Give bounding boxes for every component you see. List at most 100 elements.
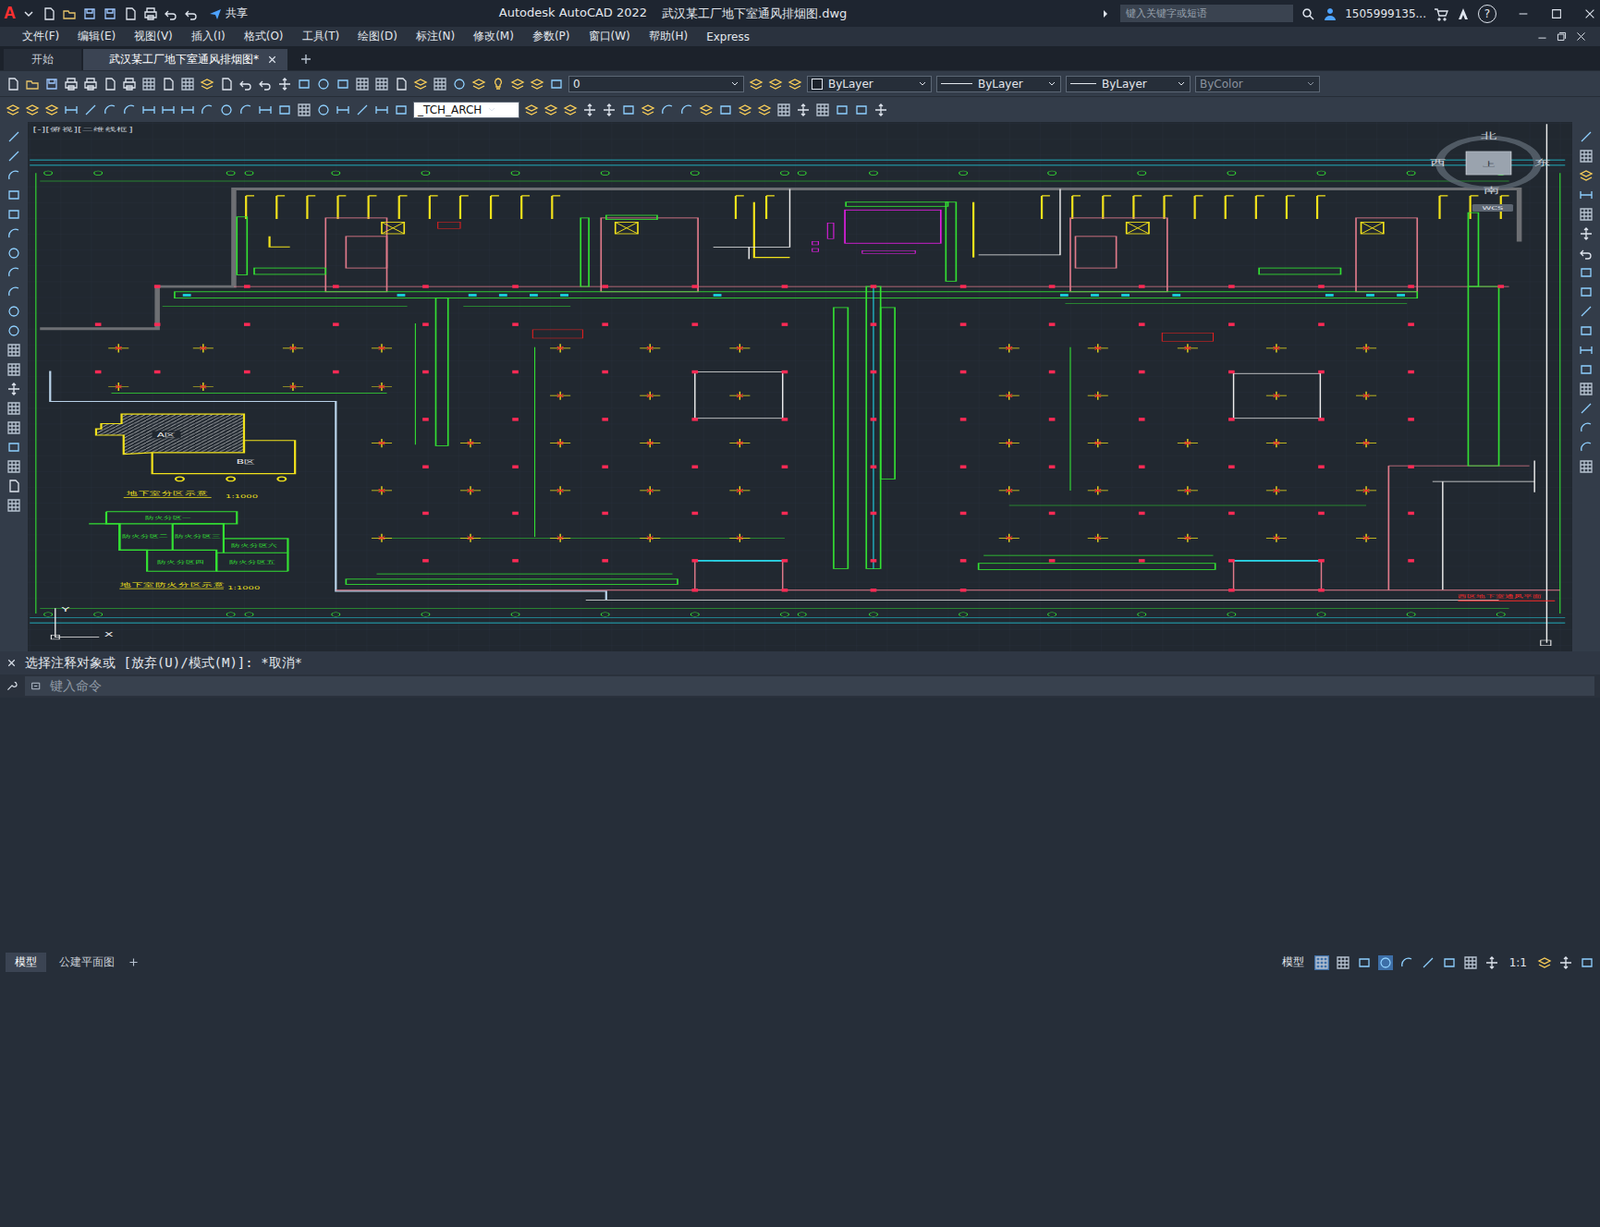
line-icon[interactable] (1578, 401, 1594, 416)
arc-icon[interactable] (199, 102, 215, 118)
grid-icon[interactable] (141, 76, 157, 92)
arc-icon[interactable] (6, 168, 22, 184)
dim-icon[interactable] (1578, 187, 1594, 203)
viewport-label[interactable]: [-][俯视][二维线框] (33, 125, 134, 133)
move-icon[interactable] (1558, 955, 1574, 971)
arc-icon[interactable] (659, 102, 675, 118)
close-command-icon[interactable] (5, 657, 18, 670)
file-icon[interactable] (41, 6, 57, 22)
grid-icon[interactable] (432, 76, 448, 92)
layout-tab[interactable]: 公建平面图 (49, 952, 124, 973)
dim-icon[interactable] (63, 102, 79, 118)
layer-icon[interactable] (199, 76, 215, 92)
command-input[interactable]: 键入命令 (24, 676, 1595, 697)
arc-icon[interactable] (1578, 420, 1594, 436)
grid-icon[interactable] (776, 102, 792, 118)
dim-icon[interactable] (374, 102, 390, 118)
circle-icon[interactable] (219, 102, 234, 118)
dropdown-icon[interactable] (21, 6, 37, 22)
line-icon[interactable] (354, 102, 370, 118)
move-icon[interactable] (582, 102, 598, 118)
line-icon[interactable] (1420, 955, 1436, 971)
rect-icon[interactable] (549, 76, 564, 92)
grid-icon[interactable] (6, 459, 22, 475)
undo-icon[interactable] (257, 76, 273, 92)
rect-icon[interactable] (335, 76, 351, 92)
maximize-icon[interactable] (1550, 7, 1564, 21)
line-icon[interactable] (1578, 129, 1594, 145)
color-dropdown[interactable]: ByLayer (806, 75, 932, 93)
grid-icon[interactable] (1578, 207, 1594, 222)
menu-item[interactable]: 标注(N) (406, 28, 465, 45)
rect-icon[interactable] (718, 102, 733, 118)
layer-icon[interactable] (5, 102, 21, 118)
line-icon[interactable] (6, 148, 22, 164)
layer-icon[interactable] (524, 102, 539, 118)
cart-icon[interactable] (1433, 6, 1449, 22)
print-icon[interactable] (143, 6, 159, 22)
layer-icon[interactable] (529, 76, 545, 92)
app-logo[interactable]: A (3, 3, 16, 24)
grid-icon[interactable] (1335, 955, 1351, 971)
arc-icon[interactable] (679, 102, 695, 118)
compass-west[interactable]: 西 (1429, 158, 1445, 168)
arc-icon[interactable] (1399, 955, 1415, 971)
file-icon[interactable] (219, 76, 234, 92)
file-icon[interactable] (5, 76, 21, 92)
arc-icon[interactable] (1578, 439, 1594, 455)
rect-icon[interactable] (1579, 955, 1595, 971)
file-icon[interactable] (160, 76, 176, 92)
circle-icon[interactable] (316, 102, 331, 118)
layer-icon[interactable] (413, 76, 428, 92)
grid-icon[interactable] (815, 102, 831, 118)
rect-icon[interactable] (6, 439, 22, 455)
grid-icon[interactable] (1578, 381, 1594, 397)
compass-east[interactable]: 东 (1534, 158, 1550, 168)
layer-icon[interactable] (510, 76, 526, 92)
circle-icon[interactable] (451, 76, 467, 92)
viewcube[interactable]: 上北南西东WCS (1429, 131, 1550, 212)
layer-icon[interactable] (24, 102, 40, 118)
linetype-dropdown[interactable]: ByLayer (936, 75, 1062, 93)
grid-icon[interactable] (1314, 955, 1330, 971)
cad-drawing[interactable]: [-][俯视][二维线框]A区B区地下室分区示意1:1000防火分区一防火分区二… (27, 122, 1573, 652)
line-icon[interactable] (83, 102, 98, 118)
search-icon[interactable] (1300, 6, 1316, 22)
annotation-scale[interactable]: 1:1 (1505, 955, 1531, 971)
menu-item[interactable]: 格式(O) (234, 28, 294, 45)
layer-icon[interactable] (1537, 955, 1552, 971)
save-icon[interactable] (102, 6, 118, 22)
text-style-dropdown[interactable]: _TCH_ARCH (413, 101, 520, 119)
prompt-icon[interactable] (30, 680, 43, 693)
move-icon[interactable] (873, 102, 889, 118)
rect-icon[interactable] (296, 76, 312, 92)
rect-icon[interactable] (834, 102, 850, 118)
rect-icon[interactable] (277, 102, 293, 118)
undo-icon[interactable] (183, 6, 199, 22)
line-icon[interactable] (1578, 304, 1594, 319)
folder-icon[interactable] (61, 6, 77, 22)
grid-icon[interactable] (354, 76, 370, 92)
arc-icon[interactable] (6, 284, 22, 300)
layer-dropdown[interactable]: 0 (568, 75, 745, 93)
layer-icon[interactable] (757, 102, 772, 118)
menu-item[interactable]: 插入(I) (182, 28, 235, 45)
share-button[interactable]: 共享 (207, 5, 248, 22)
dim-icon[interactable] (180, 102, 196, 118)
space-toggle[interactable]: 模型 (1278, 953, 1308, 972)
lineweight-dropdown[interactable]: ByLayer (1065, 75, 1191, 93)
grid-icon[interactable] (180, 76, 196, 92)
print-icon[interactable] (63, 76, 79, 92)
layer-icon[interactable] (787, 76, 803, 92)
circle-icon[interactable] (1378, 955, 1393, 971)
wrench-icon[interactable] (5, 680, 18, 693)
layer-icon[interactable] (748, 76, 764, 92)
rect-icon[interactable] (1578, 265, 1594, 281)
menu-item[interactable]: 编辑(E) (68, 28, 125, 45)
grid-icon[interactable] (6, 342, 22, 358)
arc-icon[interactable] (6, 265, 22, 281)
viewcube-face[interactable] (1465, 151, 1512, 175)
wcs-badge[interactable] (1472, 204, 1514, 212)
file-icon[interactable] (102, 76, 118, 92)
layout-tab[interactable]: 模型 (5, 952, 47, 973)
